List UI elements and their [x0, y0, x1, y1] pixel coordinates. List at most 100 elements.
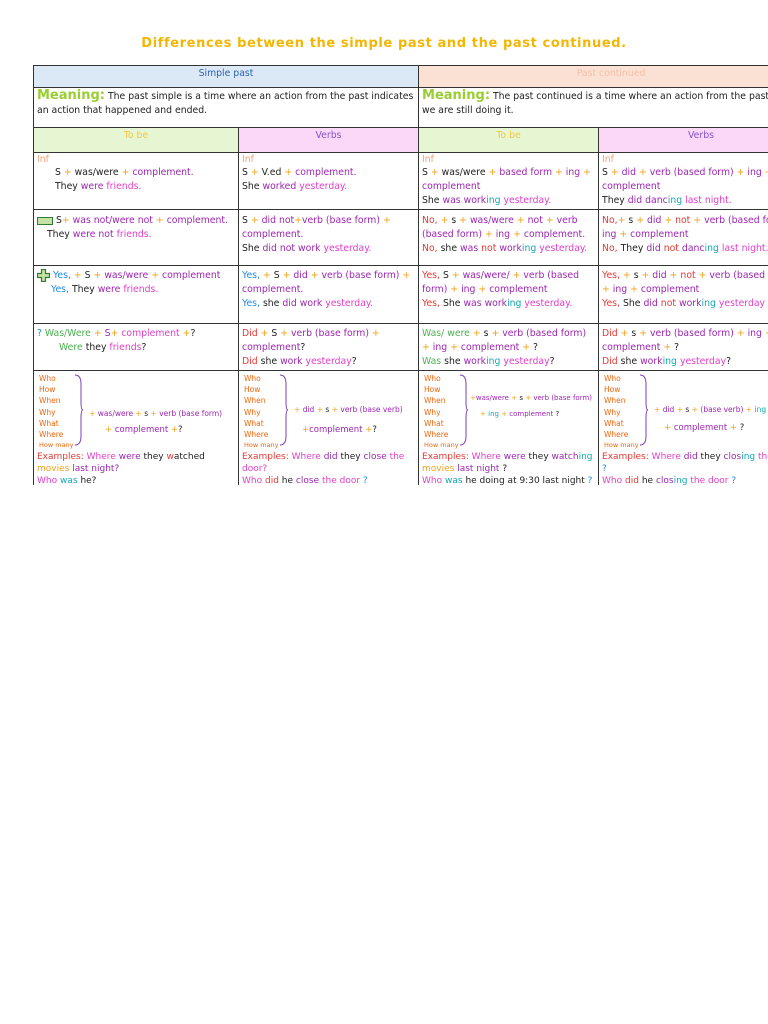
word: ?: [549, 356, 555, 367]
pc-tobe-wh: Who How When Why What Where How many +wa…: [418, 370, 600, 485]
formula: Yes, + s + did + not + verb (based form)…: [602, 270, 768, 295]
term: Yes,: [242, 270, 260, 281]
formula: S + V.ed + complement.: [242, 167, 356, 178]
plus-sign: +: [262, 270, 271, 281]
word-suffix: ing: [704, 243, 719, 254]
term: was/were: [74, 167, 119, 178]
wh-question-row: Who How When Why What Where How many + w…: [33, 370, 768, 485]
wh-word: What: [244, 418, 264, 428]
term: s: [144, 409, 149, 418]
sp-tobe-wh: Who How When Why What Where How many + w…: [33, 370, 239, 485]
word: Where: [651, 452, 681, 462]
term: Yes,: [422, 270, 440, 281]
meaning-continued: Meaning: The past continued is a time wh…: [418, 87, 768, 128]
word: they: [143, 452, 164, 462]
word: last night.: [721, 243, 768, 254]
example: No, They did not dancing last night.: [602, 243, 768, 254]
pc-verbs-yes: Yes, + s + did + not + verb (based form)…: [598, 265, 768, 324]
term: ing: [495, 229, 511, 240]
pc-verbs-negative: No,+ s + did + not + verb (based form) +…: [598, 209, 768, 266]
question-row: ? Was/Were + S+ complement +? Were they …: [33, 323, 768, 371]
plus-sign: +: [736, 328, 745, 339]
word: last night.: [685, 195, 732, 206]
plus-sign: +: [745, 405, 753, 414]
plus-sign: +: [294, 405, 301, 414]
plus-sign: +: [620, 328, 629, 339]
plus-sign: +: [73, 270, 82, 281]
word: Yes,: [242, 298, 260, 309]
sp-tobe-affirmative: Inf S + was/were + complement. They were…: [33, 152, 239, 210]
plus-sign: +: [430, 167, 439, 178]
wh-word: How: [424, 385, 441, 395]
word: She: [422, 195, 440, 206]
word: work: [499, 243, 522, 254]
term: complement.: [242, 284, 304, 295]
word: were: [72, 229, 96, 240]
example: Did she work yesterday?: [242, 356, 357, 367]
plus-sign: +: [310, 270, 319, 281]
plus-sign: +: [617, 215, 626, 226]
word: close: [363, 452, 387, 462]
plus-sign: +: [93, 270, 102, 281]
word: yesterday.: [503, 195, 552, 206]
term: ?: [372, 425, 377, 435]
wh-word: Why: [244, 407, 261, 417]
term: verb (base verb): [340, 405, 403, 414]
plus-sign: +: [105, 425, 113, 435]
word: was: [445, 476, 463, 485]
wh-formula: + did + s + verb (base verb): [294, 403, 403, 417]
term: not: [680, 270, 696, 281]
term: ?: [739, 423, 745, 433]
word: work: [280, 356, 303, 367]
word: work: [679, 298, 702, 309]
minus-icon: [37, 216, 53, 225]
term: was/were: [475, 394, 509, 402]
plus-sign: +: [282, 270, 291, 281]
word: Was: [422, 356, 442, 367]
affirmative-row: Inf S + was/were + complement. They were…: [33, 152, 768, 210]
term: Did: [242, 328, 258, 339]
plus-sign: +: [501, 410, 508, 418]
plus-sign: +: [654, 405, 661, 414]
formula: No,+ s + did + not + verb (based form) +…: [602, 215, 768, 240]
plus-sign: +: [676, 405, 683, 414]
wh-word: Where: [604, 430, 629, 440]
subheader-verbs: Verbs: [237, 127, 420, 153]
term: ing: [602, 229, 617, 240]
word: the door: [321, 476, 361, 485]
plus-sign: +: [110, 328, 119, 339]
example: Yes, she did work yesterday.: [242, 298, 373, 309]
word: She: [242, 181, 260, 192]
term: not: [527, 215, 543, 226]
subheader-row: To be Verbs To be Verbs: [33, 127, 768, 153]
example: Yes, She was working yesterday.: [422, 298, 572, 309]
plus-sign: +: [610, 167, 619, 178]
plus-sign: +: [484, 229, 493, 240]
formula: S + did not+verb (base form) + complemen…: [242, 215, 391, 240]
wh-example-2: Who did he closing the door ?: [602, 475, 768, 485]
term: ing: [565, 167, 581, 178]
term: No,: [422, 215, 438, 226]
wh-word: When: [244, 396, 266, 406]
plus-sign: +: [450, 284, 459, 295]
word: he: [641, 476, 654, 485]
word: worked: [262, 181, 297, 192]
wh-words: Who How When Why What Where How many: [39, 373, 74, 451]
sp-verbs-yes: Yes, + S + did + verb (base form) + comp…: [237, 265, 420, 324]
word: not: [98, 229, 114, 240]
wh-example: Examples: Where were they watching movie…: [422, 451, 595, 475]
plus-sign: +: [698, 270, 707, 281]
plus-sign: +: [89, 409, 96, 418]
plus-sign: +: [545, 215, 554, 226]
term: verb (base form): [291, 328, 369, 339]
word: was: [463, 298, 482, 309]
term: not: [675, 215, 691, 226]
plus-sign: +: [280, 328, 289, 339]
word: watch: [551, 452, 579, 462]
plus-sign: +: [522, 342, 531, 353]
word: yesterday.: [539, 243, 588, 254]
word: movies: [37, 464, 70, 474]
word: yesterday: [718, 298, 766, 309]
term: complement.: [242, 229, 304, 240]
formula: Yes, S + was/were/ + verb (based form) +…: [422, 270, 579, 295]
